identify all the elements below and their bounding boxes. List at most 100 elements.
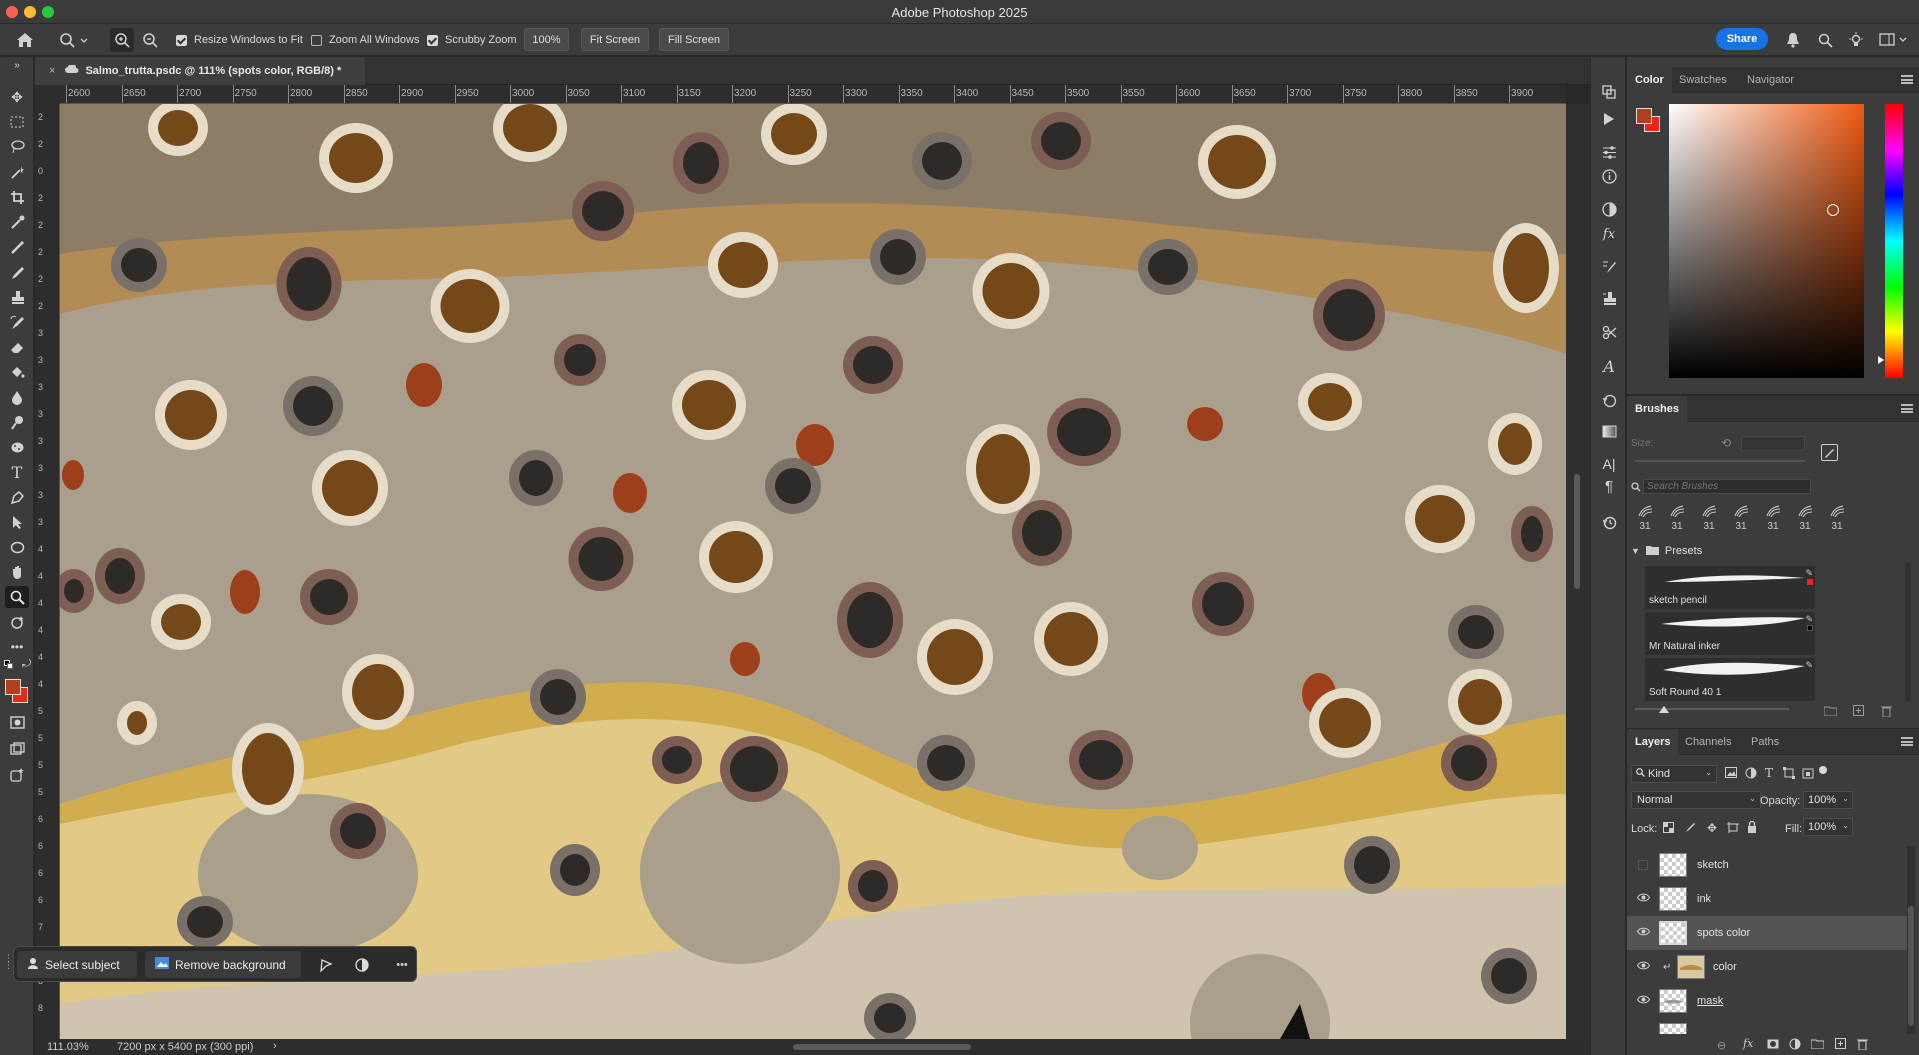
add-layer-style-icon[interactable]: fx <box>1743 1037 1753 1050</box>
brush-settings-icon[interactable] <box>1598 255 1620 277</box>
styles-fx-icon[interactable]: fx <box>1598 223 1620 245</box>
scrubby-zoom-checkbox[interactable]: Scrubby Zoom <box>427 24 517 56</box>
brush-preset-item[interactable]: Soft Round 40 1 ✎ <box>1645 658 1815 701</box>
brush-search-input[interactable] <box>1643 479 1811 494</box>
lasso-tool-icon[interactable] <box>5 136 29 158</box>
zoom-percentage[interactable]: 111.03% <box>47 1041 89 1053</box>
lock-image-pixels-icon[interactable] <box>1685 822 1696 836</box>
zoom-tool-preset-icon[interactable] <box>56 28 92 52</box>
brush-preview-size-slider[interactable] <box>1635 706 1789 713</box>
saturation-brightness-field[interactable] <box>1669 104 1864 378</box>
tab-navigator[interactable]: Navigator <box>1747 67 1794 93</box>
layer-row-partial[interactable] <box>1627 1018 1907 1034</box>
layers-panel-scrollbar[interactable] <box>1907 846 1915 1034</box>
generative-fill-icon[interactable] <box>5 611 29 633</box>
lock-transparent-pixels-icon[interactable] <box>1663 822 1674 836</box>
home-icon[interactable] <box>12 28 38 52</box>
lock-artboard-icon[interactable] <box>1727 822 1739 836</box>
layer-visibility-toggle[interactable] <box>1638 860 1648 870</box>
add-mask-icon[interactable] <box>1767 1039 1779 1052</box>
vertical-ruler[interactable]: 2202222233333333444444555566667788 <box>35 104 60 1039</box>
new-brush-icon[interactable] <box>1821 444 1838 461</box>
search-icon[interactable] <box>1814 29 1836 51</box>
vertical-scrollbar[interactable] <box>1566 104 1590 1039</box>
layer-row-ink[interactable]: ink <box>1627 882 1907 916</box>
document-tab[interactable]: × Salmo_trutta.psdc @ 111% (spots color,… <box>35 57 365 85</box>
dodge-tool-icon[interactable] <box>5 411 29 433</box>
ellipse-tool-icon[interactable] <box>5 536 29 558</box>
eye-icon[interactable] <box>1635 927 1651 939</box>
recent-brush-item[interactable]: 31 <box>1793 504 1817 532</box>
horizontal-ruler[interactable]: 2600 2650 2700 2750 2800 2850 2900 2950 3000 3050… <box>60 85 1566 104</box>
hue-slider-handle[interactable] <box>1878 356 1884 364</box>
new-brush-group-icon[interactable] <box>1823 706 1838 719</box>
default-colors-icon[interactable]: ⤾ <box>4 658 32 674</box>
info-icon[interactable] <box>1598 165 1620 187</box>
blend-mode-select[interactable]: Normal ⌄ <box>1631 791 1761 809</box>
delete-brush-icon[interactable] <box>1881 705 1892 720</box>
layers-scrollbar-thumb[interactable] <box>1908 906 1914 1026</box>
screen-mode-icon[interactable] <box>5 737 29 759</box>
actions-play-icon[interactable] <box>1598 108 1620 130</box>
hand-tool-icon[interactable] <box>5 561 29 583</box>
edit-toolbar-more-icon[interactable]: ••• <box>5 636 29 658</box>
eye-icon[interactable] <box>1635 995 1651 1007</box>
pen-tool-icon[interactable] <box>5 486 29 508</box>
resize-windows-checkbox[interactable]: Resize Windows to Fit <box>176 24 303 56</box>
eye-icon[interactable] <box>1635 961 1651 973</box>
zoom-level-field[interactable]: 100% <box>524 28 569 51</box>
tab-paths[interactable]: Paths <box>1751 729 1779 755</box>
fit-screen-button[interactable]: Fit Screen <box>581 28 649 51</box>
brush-preview-size-handle[interactable] <box>1659 706 1669 713</box>
panel-fg-bg-swatches[interactable] <box>1635 107 1665 137</box>
healing-brush-tool-icon[interactable] <box>5 236 29 258</box>
recent-brush-item[interactable]: 31 <box>1633 504 1657 532</box>
gradients-icon[interactable] <box>1598 420 1620 442</box>
tab-layers[interactable]: Layers <box>1627 729 1679 755</box>
layer-comps-icon[interactable] <box>1598 81 1620 103</box>
filter-shape-icon[interactable] <box>1783 767 1795 782</box>
brush-size-input[interactable] <box>1741 436 1805 451</box>
clone-source-icon[interactable] <box>1598 287 1620 309</box>
more-options-button[interactable]: ••• <box>390 955 414 975</box>
select-and-mask-icon[interactable] <box>316 955 336 975</box>
new-layer-icon[interactable] <box>1835 1038 1846 1052</box>
select-subject-button[interactable]: Select subject <box>17 951 137 978</box>
adjustments-panel-icon[interactable] <box>1598 198 1620 220</box>
create-new-brush-icon[interactable] <box>1853 705 1864 719</box>
zoom-all-windows-checkbox[interactable]: Zoom All Windows <box>311 24 419 56</box>
eye-icon[interactable] <box>1635 893 1651 905</box>
foreground-background-swatch[interactable] <box>4 678 32 704</box>
foreground-color-swatch[interactable] <box>5 679 21 695</box>
reset-size-icon[interactable]: ⟲ <box>1721 436 1731 450</box>
filter-smart-object-icon[interactable] <box>1802 767 1814 782</box>
brush-panel-scrollbar[interactable] <box>1905 562 1911 702</box>
vertical-scrollbar-thumb[interactable] <box>1574 474 1580 589</box>
quick-mask-icon[interactable] <box>5 711 29 733</box>
recent-brush-item[interactable]: 31 <box>1665 504 1689 532</box>
tab-color[interactable]: Color <box>1627 67 1672 93</box>
recent-brush-item[interactable]: 31 <box>1697 504 1721 532</box>
document-canvas[interactable] <box>60 104 1566 1039</box>
adjustments-sliders-icon[interactable] <box>1598 141 1620 163</box>
glyphs-panel-icon[interactable]: A| <box>1598 453 1620 475</box>
sponge-tool-icon[interactable] <box>5 436 29 458</box>
history-states-icon[interactable] <box>1598 389 1620 411</box>
fill-field[interactable]: 100% ⌄ <box>1803 818 1853 836</box>
layer-row-spots-color[interactable]: spots color <box>1627 916 1907 950</box>
fill-screen-button[interactable]: Fill Screen <box>659 28 729 51</box>
new-group-icon[interactable] <box>1810 1039 1825 1052</box>
mask-adjust-icon[interactable] <box>352 955 372 975</box>
layer-row-color[interactable]: ↵ color <box>1627 950 1907 984</box>
eyedropper-tool-icon[interactable] <box>5 211 29 233</box>
move-tool-icon[interactable]: ✥ <box>5 86 29 108</box>
layers-panel-menu-icon[interactable] <box>1901 737 1913 746</box>
eraser-tool-icon[interactable] <box>5 336 29 358</box>
brush-size-slider[interactable] <box>1635 460 1805 462</box>
hue-slider[interactable] <box>1878 104 1903 378</box>
crop-tool-icon[interactable] <box>5 186 29 208</box>
color-picker-cursor[interactable] <box>1827 204 1839 216</box>
lock-all-icon[interactable] <box>1747 820 1757 836</box>
tool-presets-icon[interactable] <box>1598 321 1620 343</box>
zoom-out-icon[interactable] <box>138 28 162 52</box>
